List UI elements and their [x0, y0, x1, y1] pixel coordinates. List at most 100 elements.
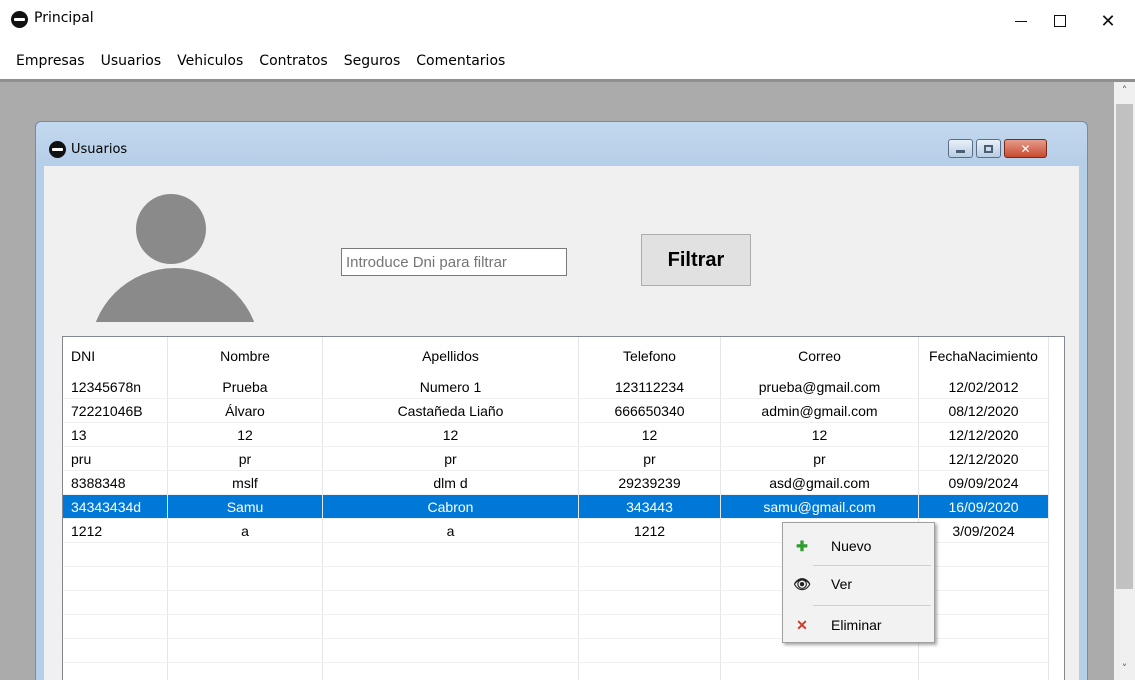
context-item-label: Nuevo — [831, 538, 872, 554]
child-window-title: Usuarios — [71, 142, 128, 157]
avatar-head — [136, 194, 206, 264]
empty-cell — [323, 543, 579, 566]
cell-telefono: 29239239 — [579, 471, 721, 494]
scroll-up-icon[interactable]: ˄ — [1114, 84, 1135, 100]
menu-usuarios[interactable]: Usuarios — [93, 53, 170, 69]
context-item-label: Eliminar — [831, 617, 882, 633]
close-button[interactable]: ✕ — [1085, 0, 1131, 42]
cell-nombre: pr — [168, 447, 323, 470]
empty-cell — [168, 639, 323, 662]
table-row-selected[interactable]: 34343434d Samu Cabron 343443 samu@gmail.… — [63, 495, 1049, 519]
filter-button[interactable]: Filtrar — [641, 234, 751, 286]
context-separator — [813, 605, 931, 606]
cell-nombre: mslf — [168, 471, 323, 494]
column-header-nombre[interactable]: Nombre — [168, 337, 323, 375]
empty-cell — [919, 543, 1049, 566]
cell-nombre: a — [168, 519, 323, 542]
cell-dni: 1212 — [63, 519, 168, 542]
cell-dni: 13 — [63, 423, 168, 446]
cell-correo: asd@gmail.com — [721, 471, 919, 494]
table-row[interactable]: 8388348 mslf dlm d 29239239 asd@gmail.co… — [63, 471, 1049, 495]
cell-dni: 12345678n — [63, 375, 168, 398]
empty-cell — [63, 543, 168, 566]
empty-cell — [323, 639, 579, 662]
empty-cell — [579, 591, 721, 614]
child-close-button[interactable]: ✕ — [1004, 139, 1047, 158]
cell-nombre: Samu — [168, 495, 323, 518]
cell-dni: 34343434d — [63, 495, 168, 518]
column-header-fecha[interactable]: FechaNacimiento — [919, 337, 1049, 375]
cell-telefono: 343443 — [579, 495, 721, 518]
context-separator — [813, 565, 931, 566]
cell-apellidos: 12 — [323, 423, 579, 446]
cell-telefono: 12 — [579, 423, 721, 446]
column-header-apellidos[interactable]: Apellidos — [323, 337, 579, 375]
cell-dni: 72221046B — [63, 399, 168, 422]
scroll-down-icon[interactable]: ˅ — [1114, 662, 1135, 678]
empty-cell — [919, 591, 1049, 614]
column-header-correo[interactable]: Correo — [721, 337, 919, 375]
plus-icon: ✚ — [796, 537, 808, 554]
avatar-body — [90, 268, 260, 322]
empty-cell — [63, 567, 168, 590]
close-icon: ✕ — [1020, 141, 1031, 156]
context-item-eliminar[interactable]: ✕ Eliminar — [785, 609, 932, 641]
cell-correo: admin@gmail.com — [721, 399, 919, 422]
empty-cell — [63, 639, 168, 662]
cell-fecha: 12/12/2020 — [919, 423, 1049, 446]
cell-fecha: 3/09/2024 — [919, 519, 1049, 542]
menu-vehiculos[interactable]: Vehiculos — [169, 53, 251, 69]
user-avatar-icon — [88, 190, 262, 322]
empty-cell — [919, 639, 1049, 662]
child-minimize-button[interactable] — [948, 139, 973, 158]
menu-empresas[interactable]: Empresas — [8, 53, 93, 69]
window-title: Principal — [34, 10, 94, 26]
cell-dni: 8388348 — [63, 471, 168, 494]
empty-cell — [168, 567, 323, 590]
cell-fecha: 16/09/2020 — [919, 495, 1049, 518]
context-item-ver[interactable]: 👁 Ver — [785, 568, 932, 600]
cell-fecha: 08/12/2020 — [919, 399, 1049, 422]
child-maximize-button[interactable] — [976, 139, 1001, 158]
empty-cell — [168, 591, 323, 614]
context-menu: ✚ Nuevo 👁 Ver ✕ Eliminar — [782, 522, 935, 643]
maximize-button[interactable] — [1037, 0, 1083, 42]
table-row[interactable]: 12345678n Prueba Numero 1 123112234 prue… — [63, 375, 1049, 399]
table-row[interactable]: 13 12 12 12 12 12/12/2020 — [63, 423, 1049, 447]
empty-cell — [63, 591, 168, 614]
menu-seguros[interactable]: Seguros — [336, 53, 409, 69]
empty-cell — [168, 615, 323, 638]
context-item-nuevo[interactable]: ✚ Nuevo — [785, 530, 932, 562]
empty-cell — [919, 663, 1049, 680]
empty-cell — [63, 615, 168, 638]
app-icon — [11, 11, 28, 28]
cell-fecha: 09/09/2024 — [919, 471, 1049, 494]
table-row[interactable]: pru pr pr pr pr 12/12/2020 — [63, 447, 1049, 471]
empty-cell — [579, 567, 721, 590]
column-header-telefono[interactable]: Telefono — [579, 337, 721, 375]
title-bar: Principal ✕ — [0, 0, 1135, 42]
empty-cell — [579, 543, 721, 566]
cell-dni: pru — [63, 447, 168, 470]
cell-fecha: 12/02/2012 — [919, 375, 1049, 398]
cell-telefono: 123112234 — [579, 375, 721, 398]
column-header-dni[interactable]: DNI — [63, 337, 168, 375]
cell-telefono: 666650340 — [579, 399, 721, 422]
scroll-thumb[interactable] — [1116, 104, 1133, 589]
x-icon: ✕ — [796, 616, 808, 633]
dni-filter-input[interactable] — [341, 248, 567, 276]
empty-cell — [323, 591, 579, 614]
empty-row — [63, 663, 1049, 680]
menu-comentarios[interactable]: Comentarios — [408, 53, 513, 69]
table-row[interactable]: 72221046B Álvaro Castañeda Liaño 6666503… — [63, 399, 1049, 423]
empty-cell — [323, 615, 579, 638]
empty-cell — [919, 615, 1049, 638]
child-app-icon — [49, 141, 66, 158]
empty-cell — [721, 663, 919, 680]
menu-contratos[interactable]: Contratos — [251, 53, 335, 69]
cell-correo: samu@gmail.com — [721, 495, 919, 518]
vertical-scrollbar[interactable]: ˄ ˅ — [1114, 82, 1135, 680]
grid-header: DNI Nombre Apellidos Telefono Correo Fec… — [63, 337, 1049, 375]
cell-apellidos: Castañeda Liaño — [323, 399, 579, 422]
maximize-icon — [1054, 15, 1066, 27]
